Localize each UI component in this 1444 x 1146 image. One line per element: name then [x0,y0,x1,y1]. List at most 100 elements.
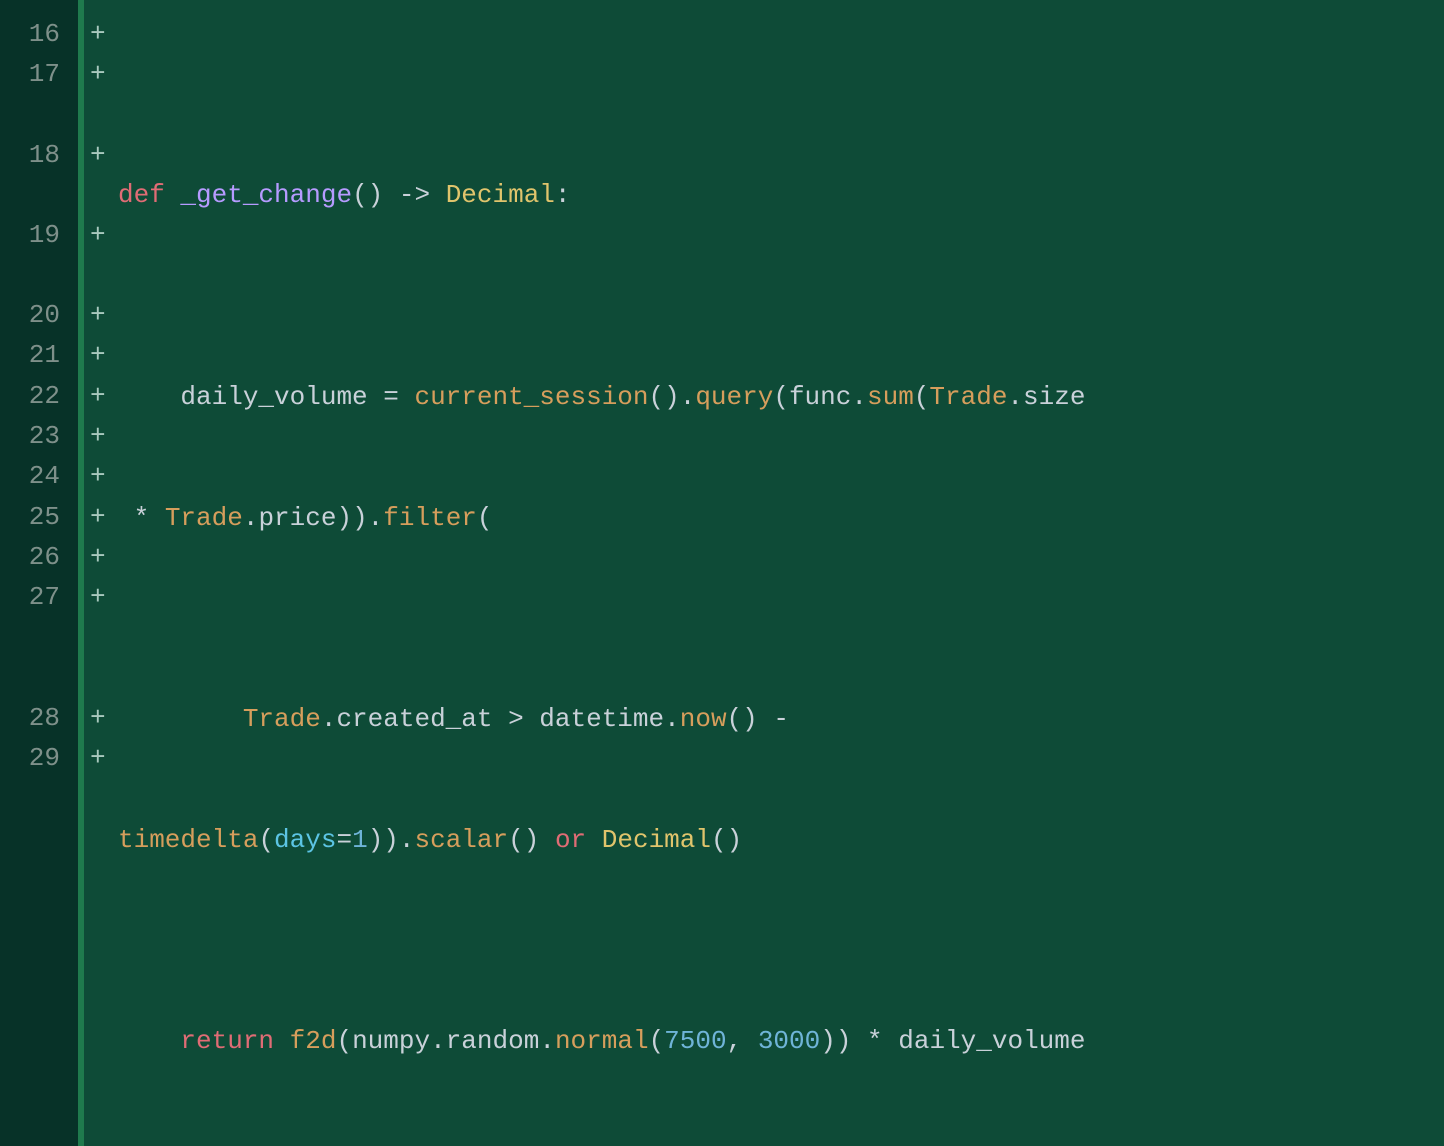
diff-add-marker [84,658,118,698]
keyword-def: def [118,180,165,210]
diff-add-marker: + [84,14,118,54]
diff-add-marker: + [84,295,118,335]
attribute: price [258,503,336,533]
diff-add-marker: + [84,698,118,738]
module: numpy [352,1026,430,1056]
line-number [0,255,68,295]
code-text [274,1026,290,1056]
variable: func [789,382,851,412]
code-line[interactable]: return f2d(numpy.random.normal(7500, 300… [118,1021,1428,1061]
diff-add-marker: + [84,135,118,175]
attribute: random [446,1026,540,1056]
code-text: . [539,1026,555,1056]
code-text: ( [477,503,493,533]
line-number: 18 [0,135,68,175]
code-text: () - [727,704,805,734]
keyword-or: or [555,825,586,855]
function-name: _get_change [180,180,352,210]
code-line-wrap[interactable]: * Trade.price)).filter( [118,498,1428,538]
code-text: . [851,382,867,412]
code-text: . [1007,382,1023,412]
function-call: normal [555,1026,649,1056]
code-text: : [555,180,571,210]
code-content[interactable]: def _get_change() -> Decimal: daily_volu… [118,0,1444,1146]
diff-add-marker [84,618,118,658]
code-text: )) * [820,1026,898,1056]
diff-add-marker: + [84,456,118,496]
line-number [0,175,68,215]
code-line-wrap[interactable]: / Decimal('1e9') [118,1142,1428,1146]
diff-add-marker: + [84,537,118,577]
function-call: sum [867,382,914,412]
line-number: 21 [0,335,68,375]
number-literal: 1 [352,825,368,855]
line-number: 16 [0,14,68,54]
keyword-return: return [180,1026,274,1056]
diff-add-marker: + [84,738,118,778]
diff-add-marker: + [84,577,118,617]
code-text: () -> [352,180,446,210]
function-call: filter [383,503,477,533]
indent [118,382,180,412]
diff-view: 16 17 18 19 20 21 22 23 24 25 26 27 28 2… [0,0,1444,1146]
line-number: 17 [0,54,68,94]
class-name: Decimal [602,825,711,855]
code-text: . [664,704,680,734]
diff-add-marker: + [84,376,118,416]
code-text: () [711,825,742,855]
indent [118,704,243,734]
code-text: = [368,382,415,412]
code-line-wrap[interactable]: timedelta(days=1)).scalar() or Decimal() [118,820,1428,860]
code-text: ( [336,1026,352,1056]
line-number [0,658,68,698]
diff-add-marker: + [84,215,118,255]
code-text: )). [336,503,383,533]
variable: daily_volume [898,1026,1085,1056]
code-text: ( [914,382,930,412]
line-number: 28 [0,698,68,738]
line-number: 24 [0,456,68,496]
code-line[interactable]: def _get_change() -> Decimal: [118,175,1428,215]
code-text: . [321,704,337,734]
code-text: . [430,1026,446,1056]
diff-marker-gutter: + + + + + + + + + + + + + + [78,0,118,1146]
function-call: now [680,704,727,734]
number-literal: 3000 [758,1026,820,1056]
diff-add-marker [84,95,118,135]
kwarg-name: days [274,825,336,855]
line-number: 23 [0,416,68,456]
code-text: () [508,825,555,855]
code-line[interactable]: Trade.created_at > datetime.now() - [118,699,1428,739]
class-name: Trade [929,382,1007,412]
function-call: scalar [415,825,509,855]
line-number: 25 [0,497,68,537]
diff-add-marker: + [84,497,118,537]
line-number [0,618,68,658]
function-call: timedelta [118,825,258,855]
code-text: > [492,704,539,734]
diff-add-marker: + [84,54,118,94]
class-name: Trade [243,704,321,734]
code-text: ( [773,382,789,412]
number-literal: 7500 [664,1026,726,1056]
line-number: 26 [0,537,68,577]
diff-add-marker: + [84,416,118,456]
line-number: 19 [0,215,68,255]
line-number: 29 [0,738,68,778]
variable: daily_volume [180,382,367,412]
function-call: f2d [290,1026,337,1056]
code-text: (). [649,382,696,412]
module: datetime [539,704,664,734]
indent [118,1026,180,1056]
function-call: current_session [414,382,648,412]
class-name: Trade [165,503,243,533]
line-number: 27 [0,577,68,617]
code-text: = [336,825,352,855]
code-line[interactable]: daily_volume = current_session().query(f… [118,377,1428,417]
type-name: Decimal [446,180,555,210]
diff-add-marker [84,255,118,295]
code-text: )). [368,825,415,855]
code-text: * [118,503,165,533]
attribute: created_at [336,704,492,734]
code-text: . [243,503,259,533]
